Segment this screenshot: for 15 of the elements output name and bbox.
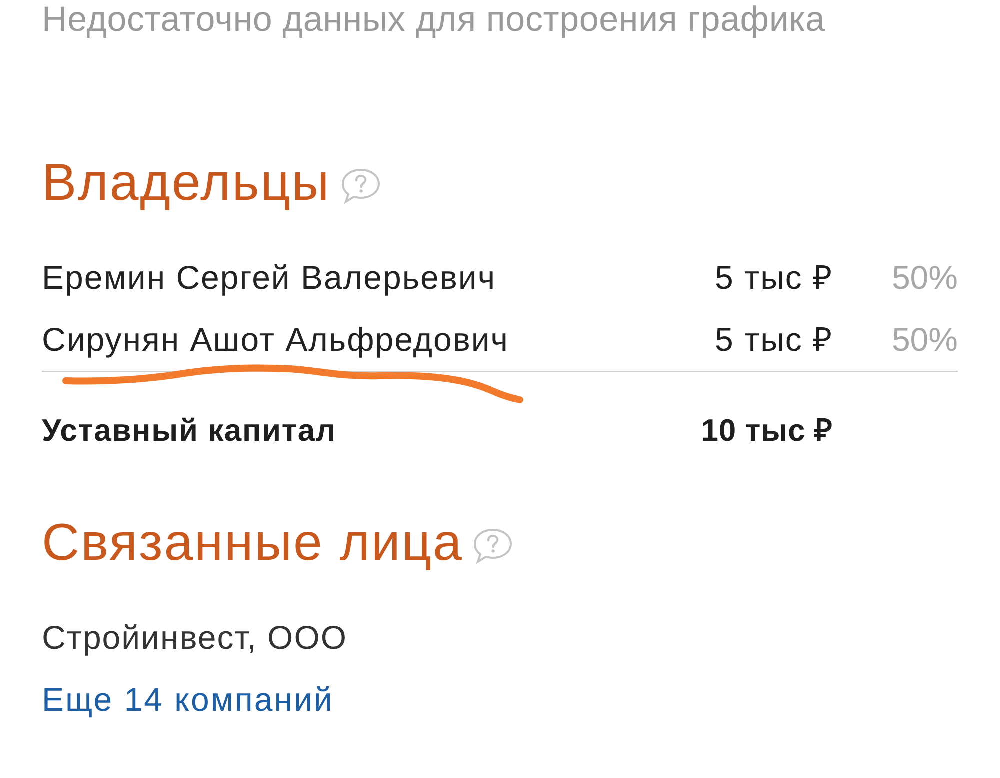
help-bubble-icon[interactable] — [340, 168, 381, 204]
related-company: Стройинвест, ООО — [42, 618, 348, 658]
more-companies-link[interactable]: Еще 14 компаний — [42, 680, 334, 720]
owner-share: 50% — [892, 258, 958, 298]
help-bubble-icon[interactable] — [473, 528, 514, 564]
section-heading: Владельцы — [42, 153, 331, 213]
no-data-notice: Недостаточно данных для построения графика — [42, 0, 826, 40]
owner-amount: 5 тыс ₽ — [714, 320, 833, 360]
section-heading: Связанные лица — [42, 513, 464, 573]
owner-name: Еремин Сергей Валерьевич — [42, 258, 496, 298]
owner-share: 50% — [892, 320, 958, 360]
total-label: Уставный капитал — [42, 412, 336, 450]
total-amount: 10 тыс ₽ — [701, 412, 833, 450]
owner-name: Сирунян Ашот Альфредович — [42, 320, 509, 360]
owner-amount: 5 тыс ₽ — [714, 258, 833, 298]
